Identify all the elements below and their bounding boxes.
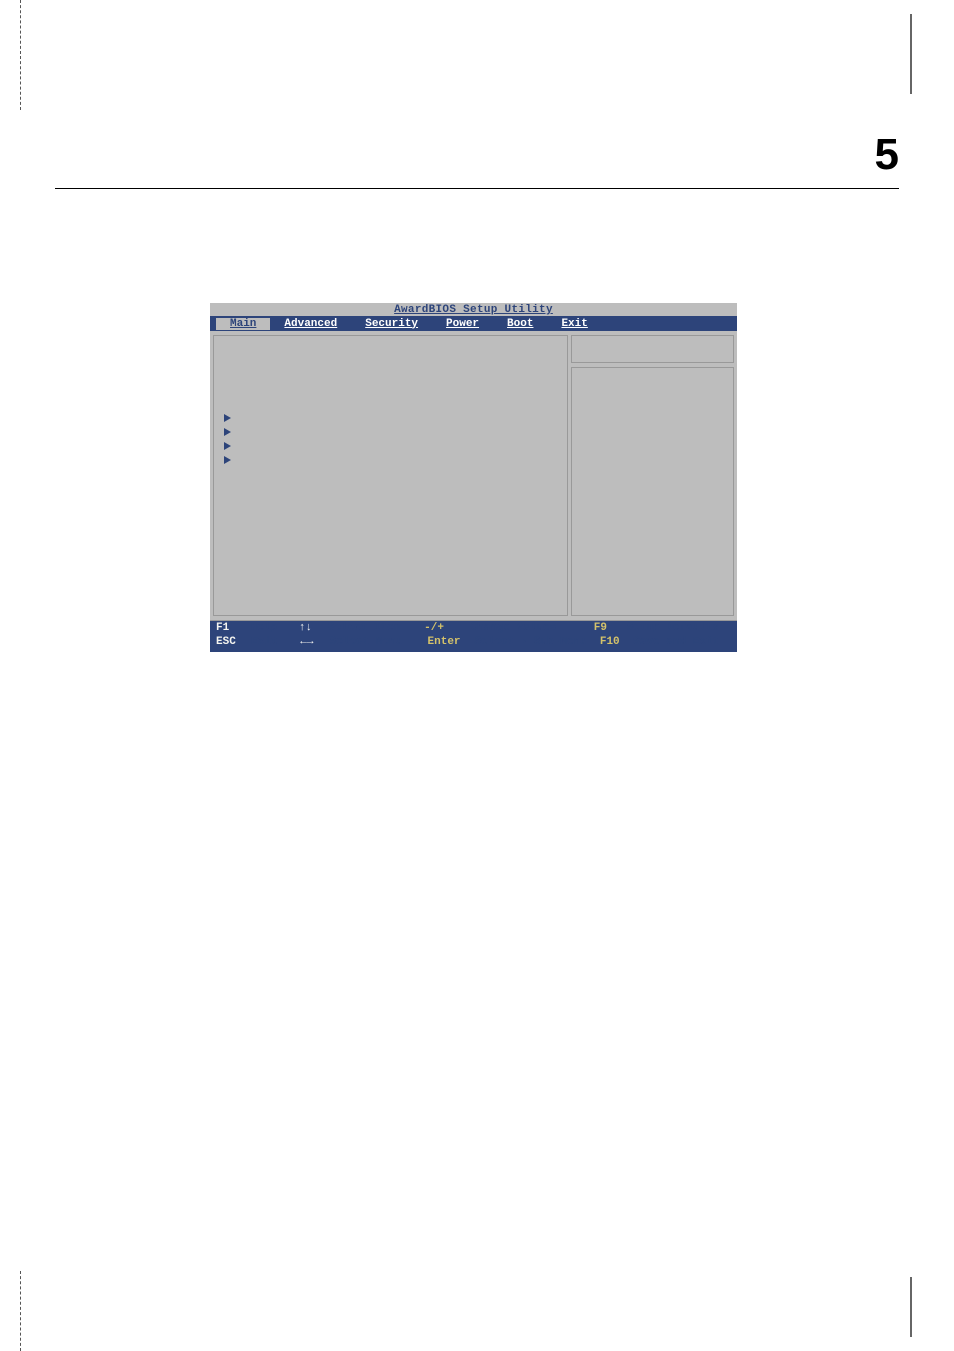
bios-help-header-panel — [571, 335, 734, 363]
tab-advanced[interactable]: Advanced — [270, 318, 351, 330]
bios-right-column — [571, 335, 734, 616]
select-menu-label: Select Menu — [330, 636, 403, 648]
dashed-line-top-left — [20, 0, 21, 110]
help-label: Help — [251, 622, 277, 634]
bios-body — [210, 331, 737, 621]
vertical-mark-top-right — [910, 14, 912, 94]
f10-key: F10 — [600, 636, 620, 648]
minus-plus-key: -/+ — [424, 622, 444, 634]
vertical-mark-bottom-right — [910, 1277, 912, 1337]
horizontal-rule — [55, 188, 899, 189]
bios-help-body-panel — [571, 367, 734, 616]
bios-footer-row-2: ESC Exit ←→ Select Menu Enter Select ▸ S… — [216, 636, 731, 650]
tab-exit[interactable]: Exit — [547, 318, 601, 330]
enter-key: Enter — [428, 636, 461, 648]
f9-key: F9 — [594, 622, 607, 634]
triangle-marker-icon — [224, 428, 231, 436]
bios-footer: F1 Help ↑↓ Select Item -/+ Change Values… — [210, 621, 737, 652]
triangle-marker-icon — [224, 456, 231, 464]
f1-key: F1 — [216, 622, 229, 634]
exit-label: Exit — [251, 636, 277, 648]
bios-footer-row-1: F1 Help ↑↓ Select Item -/+ Change Values… — [216, 622, 731, 636]
setup-defaults-label: Setup Defaults — [627, 622, 719, 634]
select-submenu-label: Select ▸ Sub-Menu — [475, 636, 587, 648]
bios-screenshot: AwardBIOS Setup Utility Main Advanced Se… — [210, 303, 737, 652]
bios-left-panel — [213, 335, 568, 616]
dashed-line-bottom-left — [20, 1271, 21, 1351]
updown-key: ↑↓ — [299, 622, 312, 634]
save-exit-label: Save and Exit — [633, 636, 719, 648]
tab-security[interactable]: Security — [351, 318, 432, 330]
bios-tab-bar: Main Advanced Security Power Boot Exit — [210, 316, 737, 331]
bios-title: AwardBIOS Setup Utility — [210, 303, 737, 316]
tab-boot[interactable]: Boot — [493, 318, 547, 330]
triangle-marker-icon — [224, 414, 231, 422]
select-item-label: Select Item — [328, 622, 401, 634]
change-values-label: Change Values — [470, 622, 556, 634]
leftright-key: ←→ — [300, 636, 313, 648]
tab-power[interactable]: Power — [432, 318, 493, 330]
esc-key: ESC — [216, 636, 236, 648]
page-number: 5 — [875, 130, 899, 180]
triangle-marker-icon — [224, 442, 231, 450]
tab-main[interactable]: Main — [216, 318, 270, 330]
